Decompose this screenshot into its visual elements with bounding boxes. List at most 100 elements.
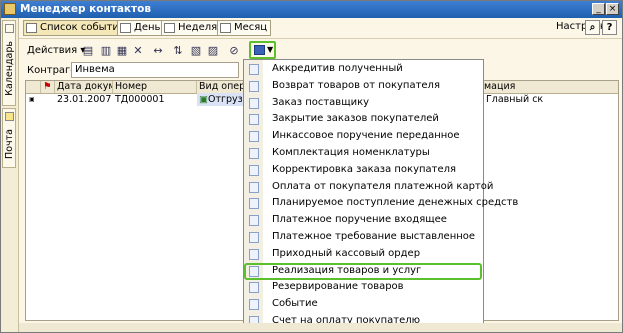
menu-item-label: Возврат товаров от покупателя xyxy=(272,79,440,91)
actions-toolbar: Действия ▾ ▤ ▥ ▦ ✕ ↔ ⇅ ▧ ▨ ⊘ xyxy=(19,39,622,61)
row-number: ТД000001 xyxy=(115,94,165,105)
week-icon xyxy=(164,23,175,33)
week-label: Неделя xyxy=(178,22,218,33)
menu-item[interactable]: Реализация товаров и услуг xyxy=(244,262,482,280)
interval-icon[interactable]: ↔ xyxy=(151,44,165,57)
menu-item[interactable]: Комплектация номенклатуры xyxy=(244,145,483,162)
menu-item-label: Платежное поручение входящее xyxy=(272,214,447,226)
menu-item[interactable]: Закрытие заказов покупателей xyxy=(244,111,483,128)
clear-filter-icon[interactable]: ⊘ xyxy=(227,44,241,57)
tab-mail-label: Почта xyxy=(4,129,15,159)
document-icon xyxy=(249,97,259,109)
events-list-label: Список событий xyxy=(40,22,126,33)
menu-item-label: Корректировка заказа покупателя xyxy=(272,163,457,175)
create-document-icon xyxy=(254,45,265,55)
counterparty-field[interactable]: Инвема xyxy=(71,62,239,78)
menu-item-label: Аккредитив полученный xyxy=(272,63,403,74)
status-column-icon xyxy=(26,81,41,93)
menu-item[interactable]: Событие xyxy=(244,296,483,313)
importance-column-icon: ⚑ xyxy=(41,81,55,93)
row-operation-text: Отгрузк xyxy=(207,94,245,105)
menu-item-label: Приходный кассовый ордер xyxy=(272,247,421,259)
menu-item[interactable]: Резервирование товаров xyxy=(244,279,483,296)
create-based-on-button[interactable]: ▼ xyxy=(249,41,276,59)
document-icon xyxy=(249,282,259,294)
minimize-icon[interactable]: _ xyxy=(592,3,605,15)
day-label: День xyxy=(134,22,161,33)
menu-item-label: Событие xyxy=(272,298,318,310)
row-date: 23.01.2007 xyxy=(57,94,112,105)
menu-item-label: Платежное требование выставленное xyxy=(272,231,476,242)
document-icon xyxy=(249,215,259,227)
close-icon[interactable]: × xyxy=(606,3,619,15)
menu-item[interactable]: Платежное требование выставленное xyxy=(244,229,483,246)
chevron-down-icon: ▼ xyxy=(267,45,274,54)
tab-calendar-label: Календарь xyxy=(4,41,15,96)
menu-item-label: Резервирование товаров xyxy=(272,281,404,293)
menu-item[interactable]: Инкассовое поручение переданное xyxy=(244,128,483,145)
contact-manager-window: Менеджер контактов _ × Календарь Почта С… xyxy=(0,0,623,333)
delete-icon[interactable]: ✕ xyxy=(131,44,145,57)
help-button[interactable]: ? xyxy=(602,20,617,35)
status-bar xyxy=(19,323,622,332)
menu-item[interactable]: Оплата от покупателя платежной картой xyxy=(244,179,493,196)
edit-icon[interactable]: ▦ xyxy=(115,44,129,57)
menu-item-label: Реализация товаров и услуг xyxy=(272,264,422,276)
operation-icon: ▣ xyxy=(199,94,208,105)
menu-item[interactable]: Возврат товаров от покупателя xyxy=(244,78,483,95)
side-tabs: Календарь Почта xyxy=(1,18,19,332)
hierarchy-icon[interactable]: ▧ xyxy=(189,44,203,57)
mail-icon xyxy=(5,112,14,121)
menu-item-label: Комплектация номенклатуры xyxy=(272,147,430,158)
window-title: Менеджер контактов xyxy=(20,3,152,15)
menu-item[interactable]: Планируемое поступление денежных средств xyxy=(244,195,518,212)
menu-item[interactable]: Аккредитив полученный xyxy=(244,61,483,78)
search-icon[interactable]: ⌕ xyxy=(585,20,600,35)
week-button[interactable]: Неделя xyxy=(161,20,222,36)
row-operation: ▣Отгрузк xyxy=(197,93,245,106)
menu-item-label: Планируемое поступление денежных средств xyxy=(272,197,519,209)
column-operation[interactable]: Вид операци xyxy=(197,81,245,93)
document-icon xyxy=(249,114,259,126)
menu-item[interactable]: Платежное поручение входящее xyxy=(244,212,483,229)
create-based-on-menu: Аккредитив полученный Возврат товаров от … xyxy=(243,59,518,330)
document-icon xyxy=(249,248,259,260)
month-icon xyxy=(220,23,231,33)
actions-label: Действия xyxy=(27,45,78,56)
month-button[interactable]: Месяц xyxy=(217,20,272,36)
column-info[interactable]: мация xyxy=(482,81,618,93)
events-list-button[interactable]: Список событий xyxy=(23,20,130,36)
document-icon xyxy=(249,64,259,75)
add-icon[interactable]: ▤ xyxy=(81,44,95,57)
month-label: Месяц xyxy=(234,22,268,33)
document-icon xyxy=(249,131,259,143)
list-icon xyxy=(26,23,37,33)
tab-mail[interactable]: Почта xyxy=(2,108,16,168)
day-button[interactable]: День xyxy=(117,20,165,36)
document-icon xyxy=(249,232,259,243)
menu-item-label: Заказ поставщику xyxy=(272,96,370,108)
day-icon xyxy=(120,23,131,33)
filter-dropdown-icon[interactable]: ▨ xyxy=(206,44,220,57)
row-info: Главный ск xyxy=(486,94,544,105)
copy-icon[interactable]: ▥ xyxy=(99,44,113,57)
column-number[interactable]: Номер xyxy=(113,81,197,93)
column-date[interactable]: Дата докуме... xyxy=(55,81,113,93)
document-status-icon: ▣ xyxy=(29,96,35,103)
document-icon xyxy=(249,299,259,311)
document-icon xyxy=(249,181,259,193)
menu-item[interactable]: Корректировка заказа покупателя xyxy=(244,162,483,179)
menu-item-label: Оплата от покупателя платежной картой xyxy=(272,180,494,192)
menu-item[interactable]: Приходный кассовый ордер xyxy=(244,246,483,263)
document-icon xyxy=(249,80,259,92)
sort-icon[interactable]: ⇅ xyxy=(171,44,185,57)
document-icon xyxy=(249,164,259,176)
view-toolbar: Список событий День Неделя Месяц Настрой… xyxy=(19,18,622,39)
title-bar: Менеджер контактов _ × xyxy=(1,1,622,18)
menu-item-label: Инкассовое поручение переданное xyxy=(272,130,460,142)
document-icon xyxy=(249,198,259,210)
menu-item[interactable]: Заказ поставщику xyxy=(244,95,483,112)
tab-calendar[interactable]: Календарь xyxy=(2,20,16,106)
actions-menu[interactable]: Действия ▾ xyxy=(27,45,85,56)
menu-item-label: Закрытие заказов покупателей xyxy=(272,113,439,125)
